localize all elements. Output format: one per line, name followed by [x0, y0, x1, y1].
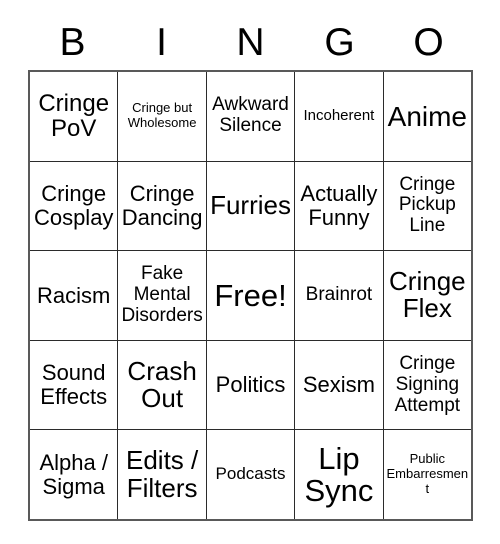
bingo-row: Cringe Cosplay Cringe Dancing Furries Ac…: [30, 160, 472, 251]
bingo-card: B I N G O Cringe PoV Cringe but Wholesom…: [0, 0, 500, 544]
bingo-cell[interactable]: Brainrot: [294, 251, 383, 340]
bingo-cell-label: Cringe Dancing: [121, 181, 203, 230]
bingo-cell-label: Actually Funny: [300, 181, 378, 230]
bingo-cell-label: Politics: [215, 372, 286, 398]
bingo-cell[interactable]: Podcasts: [205, 430, 295, 519]
bingo-cell-label-free: Free!: [214, 277, 287, 313]
bingo-cell[interactable]: Public Embarresment: [382, 430, 472, 519]
bingo-cell[interactable]: Cringe Pickup Line: [382, 161, 472, 251]
bingo-cell-label: Crash Out: [127, 355, 197, 414]
bingo-cell-label: Sound Effects: [40, 360, 108, 410]
bingo-cell[interactable]: Crash Out: [117, 340, 206, 430]
header-letter-i: I: [156, 20, 167, 64]
bingo-cell[interactable]: Racism: [30, 251, 118, 340]
bingo-cell[interactable]: Cringe Signing Attempt: [382, 340, 472, 430]
bingo-cell-label: Racism: [37, 282, 111, 308]
bingo-cell-label: Edits / Filters: [125, 445, 199, 503]
bingo-cell-label: Incoherent: [303, 106, 375, 124]
bingo-cell-label: Cringe Signing Attempt: [394, 352, 461, 416]
bingo-cell[interactable]: Sexism: [294, 340, 383, 430]
bingo-cell[interactable]: Lip Sync: [294, 430, 383, 519]
bingo-grid: Cringe PoV Cringe but Wholesome Awkward …: [28, 70, 473, 521]
bingo-row: Cringe PoV Cringe but Wholesome Awkward …: [30, 72, 472, 161]
bingo-cell-label: Cringe but Wholesome: [127, 100, 197, 131]
header-letter-g: G: [324, 20, 355, 64]
bingo-cell-label: Fake Mental Disorders: [121, 263, 203, 326]
header-letter-o: O: [413, 20, 444, 64]
bingo-cell-label: Brainrot: [305, 284, 373, 306]
bingo-row: Alpha / Sigma Edits / Filters Podcasts L…: [30, 429, 472, 519]
bingo-cell[interactable]: Cringe Cosplay: [30, 161, 118, 251]
bingo-cell[interactable]: Furries: [205, 161, 295, 251]
bingo-cell-label: Lip Sync: [304, 440, 374, 508]
bingo-cell[interactable]: Actually Funny: [294, 161, 383, 251]
bingo-cell-label: Furries: [210, 190, 291, 221]
bingo-row: Sound Effects Crash Out Politics Sexism …: [30, 339, 472, 430]
bingo-cell[interactable]: Anime: [382, 72, 472, 161]
bingo-cell-label: Alpha / Sigma: [39, 449, 108, 499]
bingo-cell-label: Public Embarresment: [386, 451, 469, 497]
bingo-cell[interactable]: Edits / Filters: [117, 430, 206, 519]
bingo-cell-free[interactable]: Free!: [205, 251, 295, 340]
bingo-header: B I N G O: [28, 14, 473, 70]
bingo-cell-label: Cringe Pickup Line: [398, 173, 456, 237]
bingo-cell-label: Cringe PoV: [38, 89, 110, 143]
bingo-row: Racism Fake Mental Disorders Free! Brain…: [30, 250, 472, 340]
bingo-cell[interactable]: Sound Effects: [30, 340, 118, 430]
bingo-cell-label: Cringe Cosplay: [33, 181, 114, 230]
bingo-cell[interactable]: Incoherent: [294, 72, 383, 161]
bingo-cell[interactable]: Alpha / Sigma: [30, 430, 118, 519]
bingo-cell[interactable]: Cringe PoV: [30, 72, 118, 161]
bingo-cell[interactable]: Cringe Dancing: [117, 161, 206, 251]
bingo-cell[interactable]: Politics: [205, 340, 295, 430]
header-letter-n: N: [236, 20, 265, 64]
bingo-cell[interactable]: Awkward Silence: [205, 72, 295, 161]
bingo-cell[interactable]: Cringe Flex: [382, 251, 472, 340]
bingo-cell[interactable]: Cringe but Wholesome: [117, 72, 206, 161]
bingo-cell-label: Sexism: [302, 372, 375, 398]
bingo-cell-label: Anime: [387, 100, 468, 132]
bingo-cell[interactable]: Fake Mental Disorders: [117, 251, 206, 340]
header-letter-b: B: [59, 20, 86, 64]
bingo-cell-label: Podcasts: [215, 464, 286, 484]
bingo-cell-label: Cringe Flex: [389, 266, 466, 324]
bingo-cell-label: Awkward Silence: [212, 94, 289, 137]
